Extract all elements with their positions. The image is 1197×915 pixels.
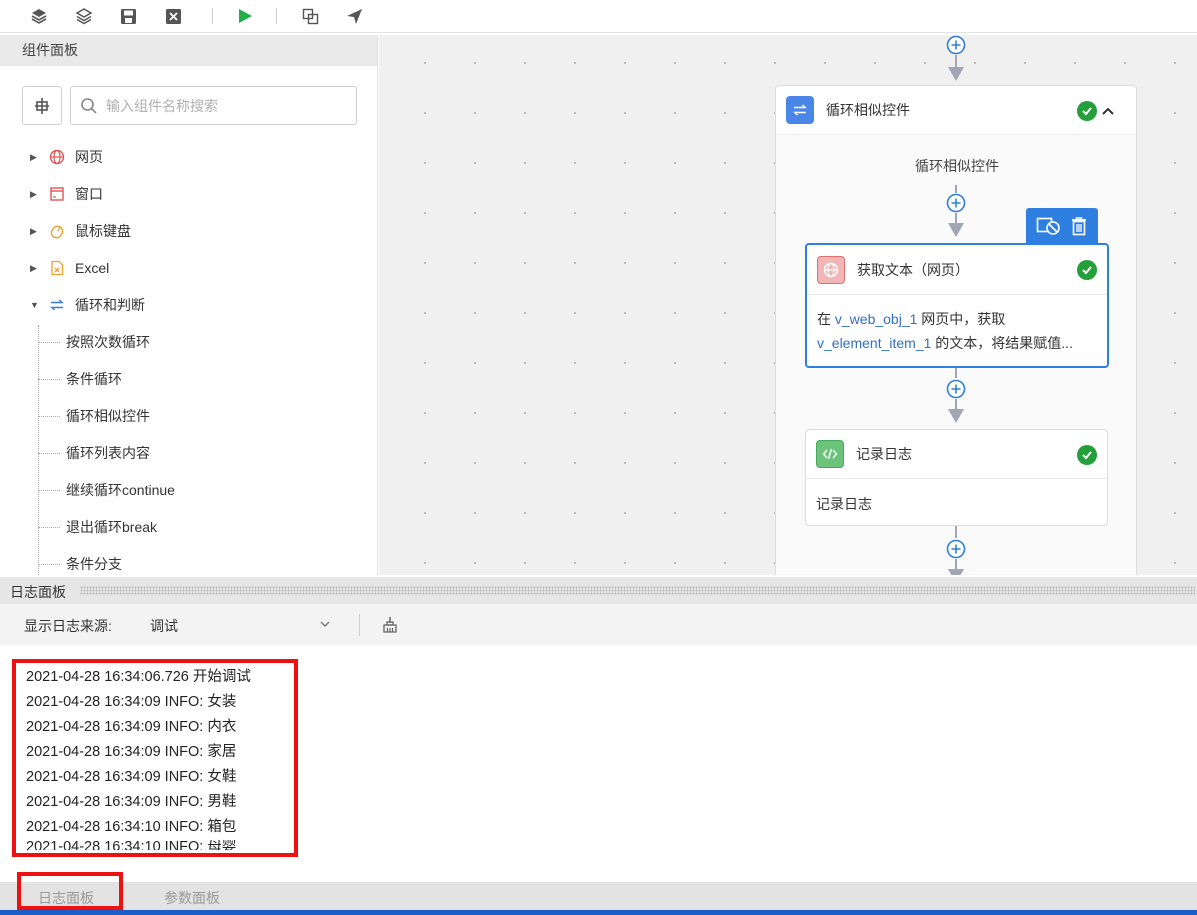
play-icon[interactable] bbox=[235, 6, 255, 26]
tree-child-item[interactable]: 条件循环 bbox=[38, 368, 122, 390]
tree-item-web[interactable]: ▶ 网页 bbox=[30, 146, 103, 168]
tree-child-item[interactable]: 循环列表内容 bbox=[38, 442, 150, 464]
add-step-icon[interactable] bbox=[946, 539, 966, 559]
get-text-node-card[interactable]: 获取文本（网页） 在 v_web_obj_1 网页中，获取 v_element_… bbox=[805, 243, 1109, 368]
pin-button[interactable] bbox=[22, 86, 62, 125]
tree-child-item[interactable]: 按照次数循环 bbox=[38, 331, 150, 353]
connector-line bbox=[955, 368, 957, 378]
window-icon bbox=[48, 185, 66, 203]
mouse-icon bbox=[48, 222, 66, 240]
variable-link[interactable]: v_element_item_1 bbox=[817, 335, 931, 351]
toolbar-divider bbox=[276, 8, 277, 24]
log-node-header[interactable]: 记录日志 bbox=[806, 430, 1107, 479]
component-panel: 组件面板 ▶ 网页 ▶ 窗口 ▶ 鼠标键盘 ▶ Excel ▼ bbox=[0, 35, 378, 575]
tree-item-label: 鼠标键盘 bbox=[75, 223, 131, 239]
excel-icon bbox=[48, 259, 66, 277]
disable-icon[interactable] bbox=[1036, 216, 1062, 236]
resize-grip[interactable] bbox=[80, 586, 1195, 595]
node-action-bar bbox=[1026, 208, 1098, 244]
tree-item-label: 循环和判断 bbox=[75, 297, 145, 313]
toolbar-divider bbox=[359, 614, 360, 636]
success-check-icon bbox=[1077, 445, 1097, 465]
log-node-card[interactable]: 记录日志 记录日志 bbox=[805, 429, 1108, 526]
save-icon[interactable] bbox=[118, 6, 138, 26]
tree-item-label: Excel bbox=[75, 260, 110, 276]
globe-icon bbox=[48, 148, 66, 166]
copy-icon[interactable] bbox=[300, 6, 320, 26]
tree-item-window[interactable]: ▶ 窗口 bbox=[30, 183, 103, 205]
add-step-icon[interactable] bbox=[946, 35, 966, 55]
pin-icon bbox=[35, 97, 49, 114]
connector-line bbox=[955, 526, 957, 538]
connector-line bbox=[955, 213, 957, 223]
tree-child-item[interactable]: 条件分支 bbox=[38, 553, 122, 575]
log-node-body: 记录日志 bbox=[816, 496, 872, 512]
log-node-title: 记录日志 bbox=[856, 446, 912, 462]
tree-item-excel[interactable]: ▶ Excel bbox=[30, 257, 109, 279]
tree-item-label: 网页 bbox=[75, 149, 103, 165]
loop-inner-label: 循环相似控件 bbox=[915, 158, 999, 174]
success-check-icon bbox=[1077, 260, 1097, 280]
tab-highlight-box bbox=[17, 872, 123, 910]
tree-child-item[interactable]: 退出循环break bbox=[38, 516, 157, 538]
connector-arrow bbox=[948, 409, 964, 423]
globe-icon bbox=[817, 255, 845, 284]
tab-param-panel[interactable]: 参数面板 bbox=[164, 888, 220, 908]
clear-log-icon[interactable] bbox=[380, 615, 400, 635]
caret-right-icon[interactable]: ▶ bbox=[30, 189, 40, 200]
connector-arrow bbox=[948, 569, 964, 575]
variable-link[interactable]: v_web_obj_1 bbox=[835, 311, 918, 327]
status-bar bbox=[0, 910, 1197, 915]
layers-collapse-icon[interactable] bbox=[74, 6, 94, 26]
component-panel-title: 组件面板 bbox=[0, 35, 377, 66]
layers-expand-icon[interactable] bbox=[29, 6, 49, 26]
log-toolbar: 显示日志来源: 调试 bbox=[0, 604, 1197, 645]
success-check-icon bbox=[1077, 101, 1097, 121]
connector-line bbox=[955, 185, 957, 193]
bottom-tab-bar: 日志面板 参数面板 bbox=[0, 882, 1197, 910]
get-text-node-title: 获取文本（网页） bbox=[857, 261, 969, 278]
chevron-down-icon bbox=[320, 621, 330, 627]
add-step-icon[interactable] bbox=[946, 193, 966, 213]
tree-item-loop-and-condition[interactable]: ▼ 循环和判断 bbox=[30, 294, 145, 316]
main-toolbar bbox=[0, 0, 1197, 33]
get-text-node-description: 在 v_web_obj_1 网页中，获取 v_element_item_1 的文… bbox=[817, 311, 1073, 351]
code-icon bbox=[816, 440, 844, 468]
caret-right-icon[interactable]: ▶ bbox=[30, 226, 40, 237]
connector-arrow bbox=[948, 223, 964, 237]
tree-item-label: 窗口 bbox=[75, 186, 103, 202]
chevron-up-icon[interactable] bbox=[1101, 105, 1115, 117]
connector-line bbox=[955, 55, 957, 67]
trash-icon[interactable] bbox=[1070, 216, 1088, 236]
caret-right-icon[interactable]: ▶ bbox=[30, 152, 40, 163]
tree-child-item[interactable]: 循环相似控件 bbox=[38, 405, 150, 427]
add-step-icon[interactable] bbox=[946, 379, 966, 399]
tree-item-mouse-keyboard[interactable]: ▶ 鼠标键盘 bbox=[30, 220, 131, 242]
loop-icon bbox=[48, 296, 66, 314]
log-source-select[interactable]: 调试 bbox=[148, 612, 338, 638]
caret-right-icon[interactable]: ▶ bbox=[30, 263, 40, 274]
log-highlight-box bbox=[12, 659, 298, 857]
connector-arrow bbox=[948, 67, 964, 81]
component-search[interactable] bbox=[70, 86, 357, 125]
log-output[interactable]: 2021-04-28 16:34:06.726 开始调试 2021-04-28 … bbox=[0, 645, 1197, 882]
log-source-label: 显示日志来源: bbox=[24, 618, 112, 634]
connector-line bbox=[955, 399, 957, 409]
close-icon[interactable] bbox=[163, 6, 183, 26]
connector-line bbox=[955, 559, 957, 569]
log-panel-header[interactable]: 日志面板 bbox=[0, 577, 1197, 604]
send-icon[interactable] bbox=[344, 6, 364, 26]
get-text-node-header[interactable]: 获取文本（网页） bbox=[807, 245, 1107, 295]
tree-child-item[interactable]: 继续循环continue bbox=[38, 479, 175, 501]
flow-canvas[interactable]: 循环相似控件 循环相似控件 获取文本（网页） 在 v_web_obj_1 网页中… bbox=[379, 35, 1197, 575]
toolbar-divider bbox=[212, 8, 213, 24]
search-icon bbox=[81, 98, 97, 114]
log-source-value: 调试 bbox=[150, 618, 178, 634]
loop-icon bbox=[786, 96, 814, 124]
search-input[interactable] bbox=[106, 95, 346, 117]
log-panel-title: 日志面板 bbox=[10, 584, 66, 600]
caret-down-icon[interactable]: ▼ bbox=[30, 300, 40, 310]
loop-node-title: 循环相似控件 bbox=[826, 102, 910, 118]
